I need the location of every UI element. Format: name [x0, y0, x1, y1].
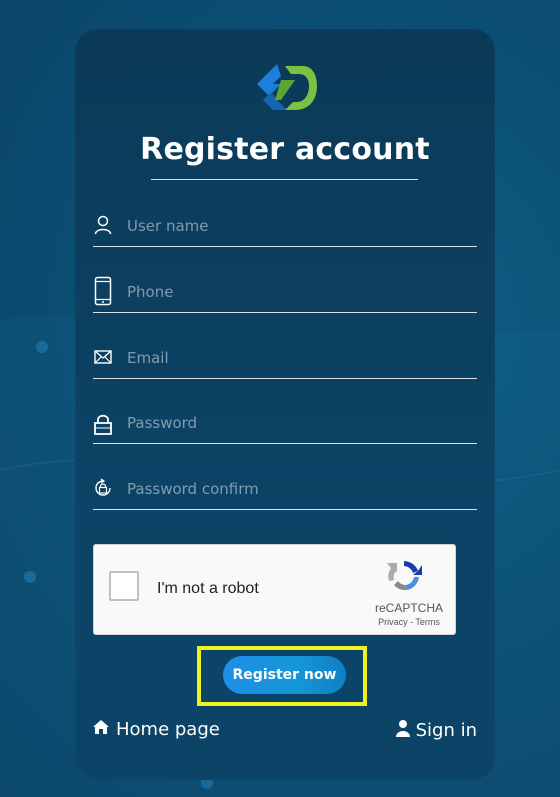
home-page-link[interactable]: Home page: [92, 719, 220, 740]
register-now-button[interactable]: Register now: [223, 656, 346, 694]
recaptcha-checkbox[interactable]: [109, 571, 139, 601]
password-input[interactable]: [125, 409, 469, 437]
page-title: Register account: [140, 132, 430, 167]
recaptcha-brand: reCAPTCHA: [374, 601, 443, 615]
password-confirm-input[interactable]: [125, 475, 469, 503]
user-icon: [93, 214, 113, 236]
email-field[interactable]: [93, 338, 477, 379]
home-icon: [92, 719, 110, 740]
phone-input[interactable]: [125, 278, 469, 306]
phone-field[interactable]: [93, 272, 477, 313]
recaptcha-label: I'm not a robot: [157, 580, 259, 597]
lock-rotate-icon: [93, 477, 113, 499]
username-field[interactable]: [93, 206, 477, 247]
recaptcha-widget: I'm not a robot reCAPTCHA Privacy - Term…: [93, 544, 456, 635]
register-card: Register account User name Phone Email I…: [75, 29, 495, 780]
brand-logo-icon: [257, 64, 317, 110]
username-input[interactable]: [125, 212, 469, 240]
password-confirm-field[interactable]: [93, 469, 477, 510]
sign-in-label: Sign in: [415, 720, 477, 741]
home-page-label: Home page: [116, 719, 220, 740]
lock-icon: [93, 413, 113, 435]
recaptcha-terms-links[interactable]: Privacy - Terms: [373, 617, 445, 627]
title-underline: [151, 179, 418, 180]
recaptcha-logo-icon: [387, 561, 422, 591]
user-solid-icon: [395, 719, 410, 742]
email-input[interactable]: [125, 344, 469, 372]
sign-in-link[interactable]: Sign in: [395, 719, 477, 742]
password-field[interactable]: [93, 403, 477, 444]
phone-icon: [93, 276, 113, 306]
envelope-icon: [93, 346, 113, 368]
